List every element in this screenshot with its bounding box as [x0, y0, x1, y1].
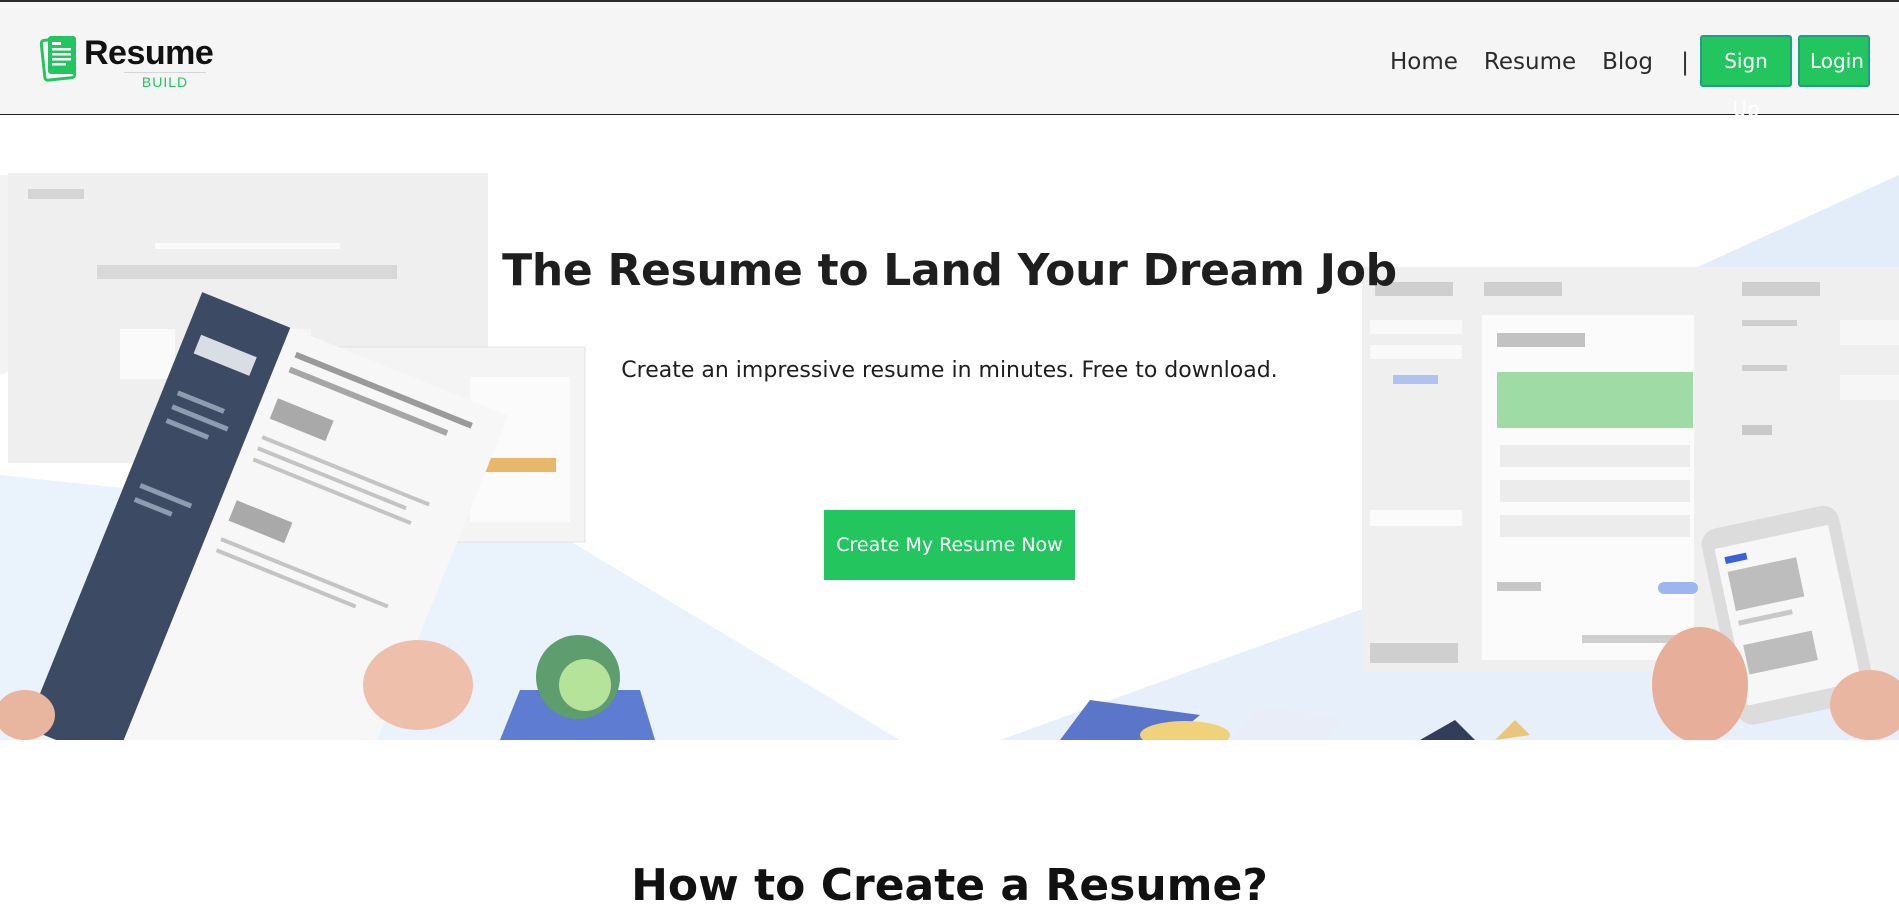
- brand-name: Resume: [84, 34, 214, 72]
- document-icon: [40, 36, 77, 82]
- top-navbar: Resume BUILD Home Resume Blog | Sign Up …: [0, 0, 1899, 121]
- how-to-section-title: How to Create a Resume?: [631, 860, 1268, 911]
- brand-tagline: BUILD: [124, 72, 206, 90]
- hero-section: The Resume to Land Your Dream Job Create…: [0, 115, 1899, 740]
- nav-separator: |: [1680, 48, 1690, 76]
- signup-button[interactable]: Sign Up: [1700, 35, 1792, 121]
- hero-subtitle: Create an impressive resume in minutes. …: [621, 358, 1278, 383]
- nav-blog-link[interactable]: Blog: [1602, 48, 1653, 76]
- nav-resume-link[interactable]: Resume: [1484, 48, 1576, 76]
- nav-home-link[interactable]: Home: [1390, 48, 1458, 76]
- login-button[interactable]: Login: [1798, 35, 1870, 87]
- main-nav: Home Resume Blog |: [1390, 48, 1689, 76]
- hero-illustration: [0, 173, 1899, 740]
- hero-title: The Resume to Land Your Dream Job: [502, 245, 1397, 296]
- brand-logo[interactable]: Resume BUILD: [40, 32, 220, 90]
- create-resume-button[interactable]: Create My Resume Now: [824, 510, 1075, 580]
